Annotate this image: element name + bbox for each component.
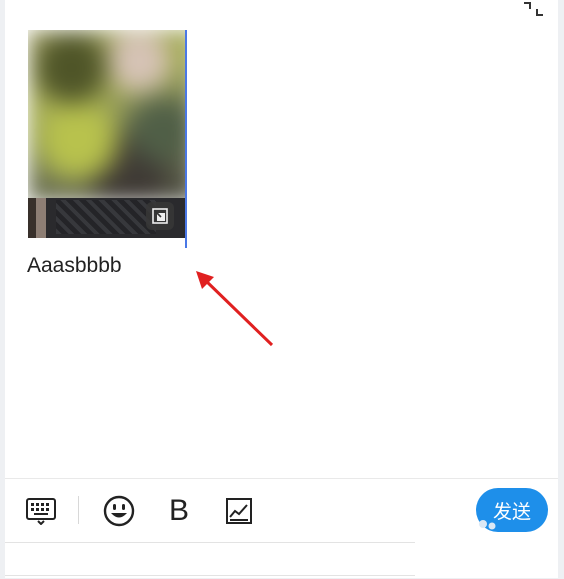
- chart-icon[interactable]: [224, 496, 254, 526]
- bottom-divider-lower: [5, 575, 415, 576]
- bottom-divider: [5, 542, 415, 543]
- toolbar-divider: [5, 478, 558, 479]
- text-cursor: [185, 30, 187, 248]
- expand-image-icon[interactable]: [146, 202, 174, 230]
- collapse-icon[interactable]: [516, 0, 544, 18]
- image-blurred-area: [28, 30, 186, 202]
- annotation-arrow: [196, 271, 274, 347]
- bold-button[interactable]: B: [164, 494, 194, 528]
- send-decoration-dots: [479, 520, 496, 530]
- toolbar-separator: [78, 496, 79, 524]
- emoji-icon[interactable]: [102, 494, 136, 528]
- editor-body-text[interactable]: Aaasbbbb: [27, 254, 122, 278]
- keyboard-icon[interactable]: [24, 496, 58, 526]
